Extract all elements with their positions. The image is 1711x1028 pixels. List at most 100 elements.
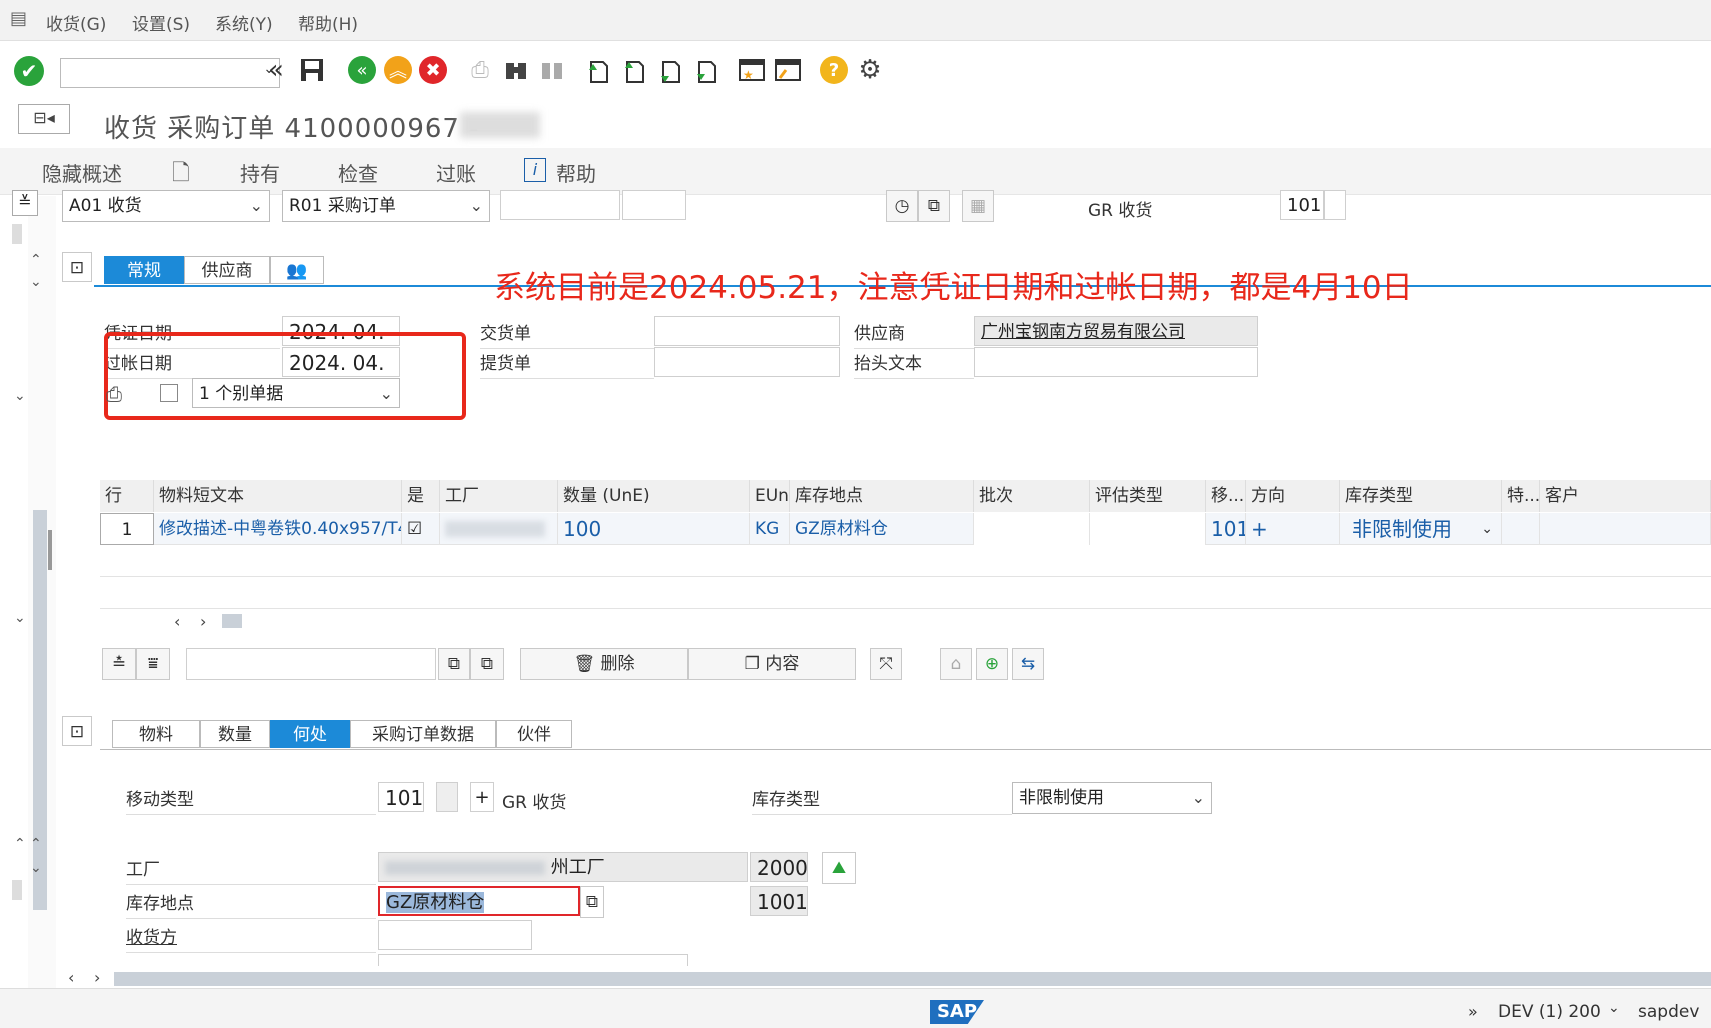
menu-goods-receipt[interactable]: 收货(G) xyxy=(46,10,106,35)
scroll-handle-2[interactable] xyxy=(12,880,22,900)
grid-search-field[interactable] xyxy=(186,648,436,680)
row-material-text[interactable]: 修改描述-中粤卷铁0.40x957/T4B_ xyxy=(154,513,402,545)
filter-icon[interactable]: ⩸ xyxy=(136,648,170,680)
movement-indicator-field[interactable] xyxy=(1324,190,1346,220)
tab-where[interactable]: 何处 xyxy=(270,720,350,748)
prev-page-icon[interactable] xyxy=(620,56,648,84)
command-field[interactable]: ⌄ xyxy=(60,58,280,88)
print-option-select[interactable]: 1 个别单据 ⌄ xyxy=(192,378,400,408)
exit-icon[interactable]: ︽ xyxy=(384,56,412,84)
transfer-icon[interactable]: ⇆ xyxy=(1012,648,1044,680)
settings-icon[interactable]: ⚙ xyxy=(856,55,884,85)
row-movement[interactable]: 101 xyxy=(1206,513,1246,545)
help-icon[interactable]: ? xyxy=(820,56,848,84)
row-storage-location[interactable]: GZ原材料仓 xyxy=(790,513,974,545)
map-icon[interactable]: ⛰ xyxy=(822,852,856,884)
row-line-cell[interactable]: 1 xyxy=(100,513,154,545)
tab-quantity[interactable]: 数量 xyxy=(200,720,270,748)
printer-icon[interactable]: ⎙ xyxy=(106,382,122,406)
expand-icon-2[interactable]: ⌄ xyxy=(14,610,26,626)
contents-button[interactable]: ❐ 内容 xyxy=(688,648,856,680)
tab-general[interactable]: 常规 xyxy=(104,256,184,284)
info-icon[interactable]: i xyxy=(524,158,546,182)
calculator-icon[interactable]: ▦ xyxy=(962,190,994,222)
print-icon[interactable]: ⎙ xyxy=(466,56,494,84)
cancel-icon[interactable]: ✖ xyxy=(419,56,447,84)
screen-menu-icon[interactable]: ⊟◂ xyxy=(18,104,70,134)
bill-of-lading-field[interactable] xyxy=(654,347,840,377)
detail-tab-menu-icon[interactable]: ⊡ xyxy=(62,716,92,746)
add-row-icon[interactable]: ⊕ xyxy=(976,648,1008,680)
delivery-note-field[interactable] xyxy=(654,316,840,346)
movement-type-field[interactable]: 101 xyxy=(1280,190,1324,220)
binoculars-icon[interactable]: ⧉ xyxy=(438,648,470,680)
tab-partner-icon[interactable]: 👥 xyxy=(270,256,324,284)
next-page-icon[interactable] xyxy=(656,56,684,84)
collapse-icon[interactable]: ≚ xyxy=(12,190,38,216)
system-dropdown-icon[interactable]: ⌄ xyxy=(1608,1000,1620,1016)
print-checkbox[interactable] xyxy=(160,384,178,402)
new-session-icon[interactable]: ★ xyxy=(738,56,766,84)
help-button[interactable]: 帮助 xyxy=(556,158,596,187)
value-help-icon[interactable]: ⧉ xyxy=(580,886,604,918)
splitter-handle[interactable] xyxy=(48,530,52,570)
menu-settings[interactable]: 设置(S) xyxy=(132,10,190,35)
hscroll-right-icon[interactable]: › xyxy=(94,968,100,987)
movement-type-detail-field[interactable]: 101 xyxy=(378,782,424,812)
scroll-down-icon-2[interactable]: ⌄ xyxy=(30,860,42,876)
scroll-down-icon[interactable]: ⌄ xyxy=(30,274,42,290)
recipient-field[interactable] xyxy=(378,920,532,950)
scroll-left-icon[interactable]: ‹ xyxy=(174,612,180,631)
row-direction[interactable]: + xyxy=(1246,513,1340,545)
document-icon[interactable]: 🗋 xyxy=(172,156,190,194)
header-text-field[interactable] xyxy=(974,347,1258,377)
find-icon[interactable] xyxy=(502,56,530,84)
align-icon[interactable]: ≛ xyxy=(102,648,136,680)
find-next-icon[interactable] xyxy=(538,56,566,84)
building-icon[interactable]: ⌂ xyxy=(940,648,972,680)
row-stock-type[interactable]: 非限制使用 ⌄ xyxy=(1340,513,1502,545)
status-expand-icon[interactable]: » xyxy=(1468,1002,1478,1021)
table-row-empty[interactable] xyxy=(100,545,1711,577)
fullscreen-icon[interactable]: ⤧ xyxy=(870,648,902,680)
storage-location-field[interactable]: GZ原材料仓 xyxy=(378,886,580,916)
reference-number-field[interactable] xyxy=(500,190,620,220)
table-row-empty[interactable] xyxy=(100,577,1711,609)
back-green-icon[interactable]: « xyxy=(348,56,376,84)
reference-item-field[interactable] xyxy=(622,190,686,220)
row-ok-checkbox[interactable]: ☑ xyxy=(402,513,440,545)
scroll-right-icon[interactable]: › xyxy=(200,612,206,631)
stock-type-select[interactable]: 非限制使用 ⌄ xyxy=(1012,782,1212,814)
delete-button[interactable]: 🗑 删除 xyxy=(520,648,688,680)
scroll-up-icon[interactable]: ⌃ xyxy=(30,252,42,268)
enter-icon[interactable]: ✔ xyxy=(14,56,44,86)
binoculars-icon[interactable]: ⧉ xyxy=(918,190,950,222)
post-button[interactable]: 过账 xyxy=(436,158,476,187)
menu-help[interactable]: 帮助(H) xyxy=(298,10,358,35)
back-icon[interactable]: « xyxy=(262,55,290,85)
hide-overview-button[interactable]: 隐藏概述 xyxy=(42,158,122,187)
last-page-icon[interactable] xyxy=(692,56,720,84)
tab-partner[interactable]: 伙伴 xyxy=(496,720,572,748)
scroll-up-icon-3[interactable]: ⌃ xyxy=(30,836,42,852)
save-icon[interactable] xyxy=(298,56,326,84)
check-button[interactable]: 检查 xyxy=(338,158,378,187)
expand-icon[interactable]: ⌄ xyxy=(14,388,26,404)
unloading-point-field[interactable] xyxy=(378,954,688,966)
menu-system[interactable]: 系统(Y) xyxy=(215,10,273,35)
shortcut-icon[interactable] xyxy=(774,56,802,84)
tab-menu-icon[interactable]: ⊡ xyxy=(62,252,92,282)
row-quantity[interactable]: 100 xyxy=(558,513,750,545)
tab-vendor[interactable]: 供应商 xyxy=(184,256,270,284)
horizontal-scrollbar[interactable] xyxy=(114,972,1711,986)
row-customer[interactable] xyxy=(1540,513,1711,545)
find-next-icon[interactable]: ⧉ xyxy=(470,648,504,680)
first-page-icon[interactable] xyxy=(584,56,612,84)
tab-material[interactable]: 物料 xyxy=(112,720,200,748)
execute-icon[interactable]: ◷ xyxy=(886,190,918,222)
menu-icon[interactable]: ▤ xyxy=(10,8,27,29)
scroll-handle[interactable] xyxy=(12,224,22,244)
row-unit[interactable]: KG xyxy=(750,513,790,545)
tab-po-data[interactable]: 采购订单数据 xyxy=(350,720,496,748)
reference-select[interactable]: R01 采购订单 ⌄ xyxy=(282,190,490,222)
